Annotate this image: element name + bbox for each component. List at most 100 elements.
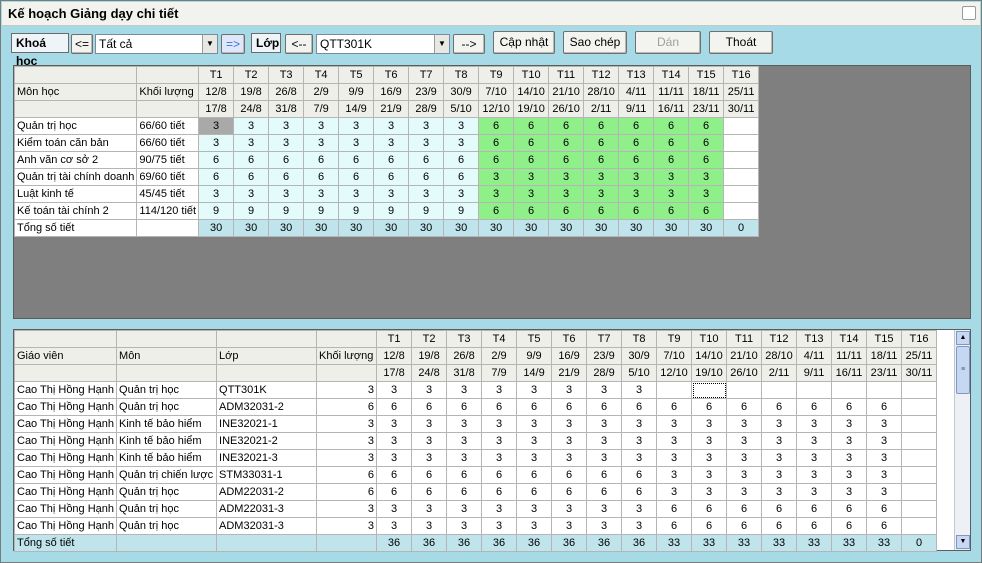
- period-cell[interactable]: 6: [516, 466, 553, 484]
- period-cell[interactable]: 9: [198, 202, 235, 220]
- period-cell[interactable]: 3: [478, 185, 515, 203]
- teacher-row[interactable]: Cao Thị Hồng Hạnh Kinh tế bảo hiểm INE3202…: [13, 432, 938, 450]
- period-cell[interactable]: 3: [481, 432, 518, 450]
- period-cell[interactable]: 3: [411, 500, 448, 518]
- period-cell[interactable]: 3: [551, 415, 588, 433]
- period-cell[interactable]: 3: [621, 381, 658, 399]
- period-cell[interactable]: 6: [513, 134, 550, 152]
- period-cell[interactable]: [691, 381, 728, 399]
- period-cell[interactable]: 6: [478, 117, 515, 135]
- period-cell[interactable]: 3: [303, 117, 340, 135]
- period-cell[interactable]: [901, 449, 938, 467]
- period-cell[interactable]: 9: [268, 202, 305, 220]
- lop-select[interactable]: QTT301K ▼: [316, 34, 450, 54]
- period-cell[interactable]: 6: [268, 151, 305, 169]
- next-khoa-button[interactable]: =>: [221, 34, 245, 54]
- subject-row[interactable]: Luật kinh tế 45/45 tiết 3 3 3 3 3 3 3 3 3 3 3 3 3 3 3: [13, 185, 760, 203]
- period-cell[interactable]: 6: [478, 202, 515, 220]
- period-cell[interactable]: 6: [621, 398, 658, 416]
- period-cell[interactable]: 6: [866, 517, 903, 535]
- period-cell[interactable]: 3: [866, 449, 903, 467]
- period-cell[interactable]: 3: [551, 381, 588, 399]
- period-cell[interactable]: 6: [411, 466, 448, 484]
- period-cell[interactable]: 3: [516, 415, 553, 433]
- period-cell[interactable]: 3: [446, 500, 483, 518]
- period-cell[interactable]: 3: [586, 381, 623, 399]
- period-cell[interactable]: 3: [688, 185, 725, 203]
- period-cell[interactable]: 3: [586, 415, 623, 433]
- period-cell[interactable]: 3: [268, 117, 305, 135]
- period-cell[interactable]: 6: [583, 134, 620, 152]
- period-cell[interactable]: 3: [551, 517, 588, 535]
- period-cell[interactable]: 3: [233, 134, 270, 152]
- period-cell[interactable]: 3: [198, 117, 235, 135]
- period-cell[interactable]: 3: [656, 432, 693, 450]
- period-cell[interactable]: 3: [411, 432, 448, 450]
- period-cell[interactable]: 3: [481, 415, 518, 433]
- period-cell[interactable]: 6: [796, 398, 833, 416]
- period-cell[interactable]: [901, 500, 938, 518]
- period-cell[interactable]: 9: [303, 202, 340, 220]
- period-cell[interactable]: 3: [443, 117, 480, 135]
- period-cell[interactable]: 3: [481, 500, 518, 518]
- period-cell[interactable]: [901, 432, 938, 450]
- period-cell[interactable]: 3: [446, 381, 483, 399]
- period-cell[interactable]: 3: [866, 415, 903, 433]
- period-cell[interactable]: 6: [443, 151, 480, 169]
- period-cell[interactable]: 3: [796, 483, 833, 501]
- teacher-row[interactable]: Cao Thị Hồng Hạnh Quản trị học ADM32031-2 6…: [13, 398, 938, 416]
- period-cell[interactable]: 9: [233, 202, 270, 220]
- period-cell[interactable]: 6: [376, 483, 413, 501]
- period-cell[interactable]: [901, 483, 938, 501]
- period-cell[interactable]: 3: [866, 432, 903, 450]
- period-cell[interactable]: 6: [376, 466, 413, 484]
- period-cell[interactable]: 3: [516, 381, 553, 399]
- period-cell[interactable]: 3: [621, 449, 658, 467]
- period-cell[interactable]: 6: [478, 134, 515, 152]
- period-cell[interactable]: 3: [373, 185, 410, 203]
- period-cell[interactable]: 3: [376, 449, 413, 467]
- period-cell[interactable]: 3: [653, 168, 690, 186]
- period-cell[interactable]: [901, 517, 938, 535]
- period-cell[interactable]: 6: [513, 202, 550, 220]
- period-cell[interactable]: 3: [726, 432, 763, 450]
- period-cell[interactable]: 3: [548, 185, 585, 203]
- period-cell[interactable]: 6: [621, 483, 658, 501]
- period-cell[interactable]: [796, 381, 833, 399]
- period-cell[interactable]: 3: [761, 483, 798, 501]
- period-cell[interactable]: 6: [691, 398, 728, 416]
- period-cell[interactable]: 3: [303, 185, 340, 203]
- period-cell[interactable]: 6: [478, 151, 515, 169]
- period-cell[interactable]: 6: [831, 500, 868, 518]
- period-cell[interactable]: 9: [338, 202, 375, 220]
- period-cell[interactable]: [723, 117, 760, 135]
- period-cell[interactable]: 6: [831, 398, 868, 416]
- teacher-row[interactable]: Cao Thị Hồng Hạnh Quản trị học ADM32031-3 3…: [13, 517, 938, 535]
- prev-khoa-button[interactable]: <=: [71, 34, 93, 54]
- period-cell[interactable]: 3: [513, 185, 550, 203]
- period-cell[interactable]: [761, 381, 798, 399]
- period-cell[interactable]: 3: [866, 483, 903, 501]
- period-cell[interactable]: 3: [831, 466, 868, 484]
- period-cell[interactable]: 3: [621, 432, 658, 450]
- period-cell[interactable]: 6: [411, 483, 448, 501]
- period-cell[interactable]: 6: [761, 398, 798, 416]
- period-cell[interactable]: 3: [688, 168, 725, 186]
- period-cell[interactable]: 6: [198, 168, 235, 186]
- period-cell[interactable]: 6: [866, 500, 903, 518]
- period-cell[interactable]: [726, 381, 763, 399]
- next-lop-button[interactable]: -->: [453, 34, 485, 54]
- period-cell[interactable]: 6: [583, 117, 620, 135]
- period-cell[interactable]: 6: [656, 500, 693, 518]
- teacher-row[interactable]: Cao Thị Hồng Hạnh Kinh tế bảo hiểm INE3202…: [13, 449, 938, 467]
- period-cell[interactable]: 6: [656, 517, 693, 535]
- period-cell[interactable]: 6: [551, 483, 588, 501]
- period-cell[interactable]: 6: [586, 483, 623, 501]
- period-cell[interactable]: 3: [338, 185, 375, 203]
- period-cell[interactable]: 3: [411, 415, 448, 433]
- period-cell[interactable]: 3: [478, 168, 515, 186]
- period-cell[interactable]: 3: [726, 466, 763, 484]
- period-cell[interactable]: 3: [621, 517, 658, 535]
- period-cell[interactable]: 3: [408, 134, 445, 152]
- period-cell[interactable]: 3: [831, 432, 868, 450]
